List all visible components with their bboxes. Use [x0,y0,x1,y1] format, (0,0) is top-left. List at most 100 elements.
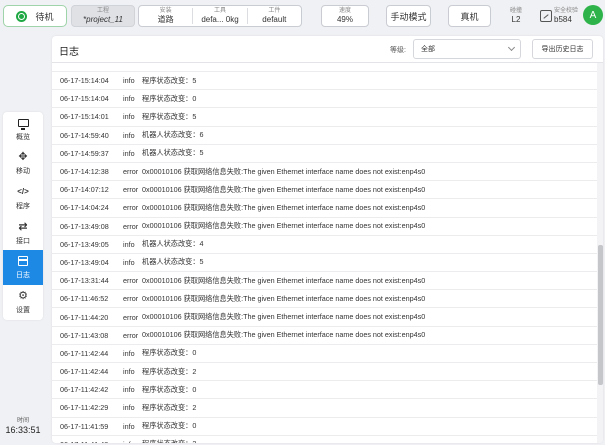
sidebar-item-label: 移动 [16,168,30,176]
log-message: 0x00010106 获取网络信息失败:The given Ethernet i… [142,202,426,212]
sidebar-item-settings[interactable]: ⚙ 设置 [3,285,43,320]
log-message: 机器人状态改变：5 [142,148,204,158]
speed-control[interactable]: 速度 49% [321,5,369,27]
speed-label: 速度 [338,8,351,14]
collision-level[interactable]: 碰撞 L2 [505,5,527,27]
sidebar-item-label: 接口 [16,237,30,245]
log-scrollbar-thumb[interactable] [598,245,603,385]
log-message: 程序状态改变：5 [142,111,197,121]
log-time: 06-17-14:12:38 [60,167,109,177]
log-time: 06-17-11:43:08 [60,330,109,340]
log-level: info [123,112,135,122]
log-level: info [123,130,135,140]
log-row: 06-17-11:41:48 info程序状态改变：2 [52,436,597,443]
sidebar-item-label: 日志 [16,272,30,280]
log-level: info [123,76,135,86]
clock-label: 时间 [16,418,29,424]
tool-label: 工具 [213,8,226,14]
log-row: 06-17-13:49:05 info 机器人状态改变：4 [52,236,597,254]
log-time: 06-17-11:44:20 [60,312,109,322]
speed-value: 49% [336,15,353,24]
log-level: info [123,148,135,158]
safety-checksum[interactable]: 安全校验 b584 [540,5,584,27]
project-label: 工程 [96,7,109,14]
tool-value: defa... 0kg [201,15,239,24]
sidebar-item-interface[interactable]: ⇄ 接口 [3,216,43,251]
log-level: error [123,167,139,177]
log-list[interactable]: 06-17-15:14:04 info 程序状态改变：5 06-17-15:14:04… [52,63,597,443]
log-message: 0x00010106 获取网络信息失败:The given Ethernet i… [142,330,426,340]
log-message: 程序状态改变：2 [142,366,197,376]
log-row: 06-17-11:41:59 info 程序状态改变：0 [52,418,597,436]
mount-cell[interactable]: 安装 道路 [139,8,194,24]
log-row: 06-17-13:49:04 info 机器人状态改变：5 [52,254,597,273]
export-history-log-button[interactable]: 导出历史日志 [532,39,593,59]
standby-status-button[interactable]: 待机 [3,5,67,27]
log-message: 0x00010106 获取网络信息失败:The given Ethernet i… [142,312,426,322]
log-row: 06-17-14:07:12 error 0x00010106 获取网络信息失败:T… [52,181,597,200]
safety-checksum-label: 安全校验 [554,8,579,14]
safety-checksum-icon [540,10,552,22]
log-row: 06-17-11:42:44 info 程序状态改变：0 [52,345,597,363]
sidebar-item-label: 概览 [16,133,30,141]
log-panel: 日志 等级: 全部 导出历史日志 06-17-15:14:04 info 程序状态改… [52,36,603,443]
log-row: 06-17-14:12:38 error 0x00010106 获取网络信息失败:T… [52,163,597,182]
log-level: error [123,221,139,231]
sidebar-item-move[interactable]: ✥ 移动 [3,147,43,182]
log-time: 06-17-11:41:59 [60,421,109,431]
sidebar-item-program[interactable]: </> 程序 [3,181,43,216]
log-level: info [123,239,135,249]
workpiece-cell[interactable]: 工件 default [248,8,301,24]
level-filter-select[interactable]: 全部 [413,39,521,59]
standby-status-label: 待机 [35,11,54,22]
log-message: 程序状态改变：0 [142,421,197,431]
log-time: 06-17-13:31:44 [60,276,109,286]
log-row: 06-17-11:42:44 info 程序状态改变：2 [52,363,597,382]
level-filter-label: 等级: [390,47,406,54]
mount-label: 安装 [159,8,172,14]
log-level: info [123,440,142,443]
log-level: error [123,203,139,213]
manual-mode-button[interactable]: 手动模式 [386,5,431,27]
workpiece-label: 工件 [268,8,281,14]
log-scrollbar[interactable] [597,63,603,443]
log-row: 06-17-15:14:01 info 程序状态改变：5 [52,108,597,127]
log-message: 程序状态改变：5 [142,75,197,85]
project-selector[interactable]: 工程 *project_11 [71,5,135,27]
log-time: 06-17-14:07:12 [60,185,109,195]
log-message: 程序状态改变：0 [142,384,197,394]
top-bar: 待机 工程 *project_11 安装 道路 工具 defa... 0kg 工… [0,0,605,32]
log-row: 06-17-11:42:42 info 程序状态改变：0 [52,381,597,400]
project-name: *project_11 [83,14,123,24]
log-row: 06-17-15:14:04 info 程序状态改变：0 [52,90,597,109]
log-level: error [123,294,139,304]
log-panel-header: 日志 等级: 全部 导出历史日志 [52,36,603,63]
page-title: 日志 [59,47,79,58]
log-level: error [123,330,139,340]
log-level: info [123,348,135,358]
log-row: 06-17-15:14:04 info 程序状态改变：5 [52,72,597,91]
tool-config-panel[interactable]: 安装 道路 工具 defa... 0kg 工件 default [138,5,302,27]
sidebar-item-log[interactable]: 日志 [3,250,43,285]
log-message: 机器人状态改变：6 [142,130,204,140]
log-level: info [123,367,135,377]
log-time: 06-17-11:41:48 [52,440,116,443]
tool-cell[interactable]: 工具 defa... 0kg [193,8,248,24]
log-time: 06-17-15:14:01 [60,112,109,122]
log-message: 程序状态改变：0 [142,93,197,103]
real-robot-button[interactable]: 真机 [448,5,491,27]
log-level: error [123,312,139,322]
sidebar-item-overview[interactable]: 概览 [3,112,43,147]
chevron-down-icon [507,43,516,52]
log-time: 06-17-14:59:40 [60,130,109,140]
log-level: error [123,185,139,195]
gear-icon: ⚙ [18,289,28,302]
system-clock: 时间 16:33:51 [3,418,43,436]
log-message: 0x00010106 获取网络信息失败:The given Ethernet i… [142,293,426,303]
user-avatar[interactable]: A [583,5,603,25]
log-time: 06-17-11:42:44 [60,348,109,358]
log-row: 06-17-11:42:29 info 程序状态改变：2 [52,399,597,418]
log-time: 06-17-14:04:24 [60,203,109,213]
sidebar: 概览 ✥ 移动 </> 程序 ⇄ 接口 日志 ⚙ 设置 [3,112,43,320]
log-row: 06-17-13:31:44 error 0x00010106 获取网络信息失败:T… [52,272,597,291]
